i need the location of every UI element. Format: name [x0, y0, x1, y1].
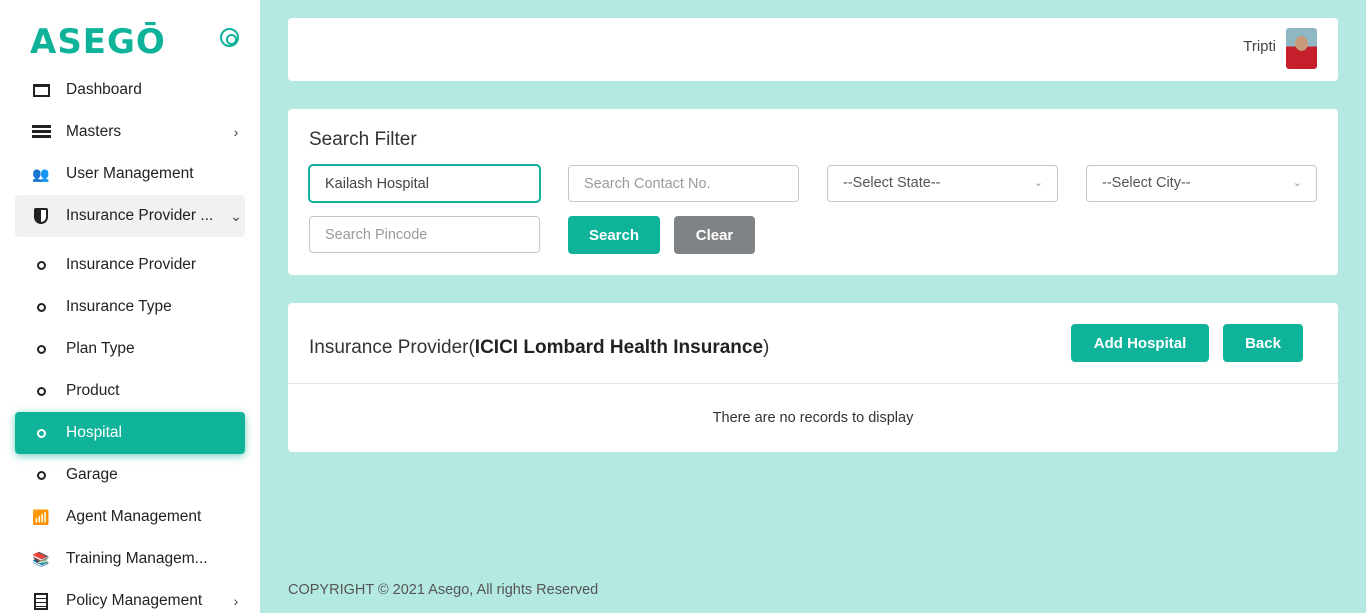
list-icon	[30, 125, 52, 139]
provider-name: ICICI Lombard Health Insurance	[474, 337, 764, 358]
state-select[interactable]: --Select State-- ⌄	[827, 165, 1058, 202]
sidebar-item-insurance-provider-group[interactable]: Insurance Provider ... ⌄	[15, 195, 245, 237]
dot-icon	[30, 260, 52, 270]
sidebar-item-label: Product	[66, 382, 120, 399]
search-filter-title: Search Filter	[309, 129, 417, 150]
state-select-value: --Select State--	[843, 175, 941, 191]
sidebar-item-label: Hospital	[66, 424, 122, 441]
sidebar-item-label: Insurance Provider	[66, 256, 197, 273]
agent-icon: 📶	[32, 508, 50, 525]
sidebar-item-masters[interactable]: Masters ›	[15, 111, 245, 153]
sidebar-item-dashboard[interactable]: Dashboard	[15, 69, 245, 111]
back-button[interactable]: Back	[1223, 324, 1303, 362]
sidebar-item-label: Plan Type	[66, 340, 135, 357]
dot-icon	[30, 428, 52, 438]
search-filter-card: Search Filter --Select State-- ⌄ --Selec…	[288, 109, 1338, 275]
list-title-prefix: Insurance Provider(	[309, 337, 475, 358]
dot-icon	[30, 302, 52, 312]
sidebar-item-garage[interactable]: Garage	[15, 454, 245, 496]
sidebar-item-label: Masters	[66, 123, 122, 140]
list-title-suffix: )	[763, 337, 770, 358]
shield-icon	[30, 208, 52, 224]
top-header: Tripti	[288, 18, 1338, 81]
dashboard-icon	[30, 83, 52, 97]
add-hospital-button[interactable]: Add Hospital	[1071, 324, 1209, 362]
sidebar-item-label: Policy Management	[66, 592, 203, 609]
dot-icon	[30, 344, 52, 354]
sidebar-item-policy-management[interactable]: Policy Management ›	[15, 580, 245, 613]
divider	[288, 383, 1338, 384]
search-button[interactable]: Search	[568, 216, 660, 254]
sidebar-item-label: Insurance Provider ...	[66, 207, 214, 224]
sidebar-item-label: Agent Management	[66, 508, 202, 525]
chevron-down-icon: ⌄	[1033, 177, 1043, 189]
chevron-down-icon: ⌄	[230, 207, 242, 224]
chevron-right-icon: ›	[233, 124, 239, 140]
sidebar-item-label: Insurance Type	[66, 298, 172, 315]
sidebar-item-product[interactable]: Product	[15, 370, 245, 412]
city-select[interactable]: --Select City-- ⌄	[1086, 165, 1317, 202]
clear-button[interactable]: Clear	[674, 216, 755, 254]
sidebar-item-hospital[interactable]: Hospital	[15, 412, 245, 454]
training-icon: 📚	[32, 550, 50, 567]
empty-state-message: There are no records to display	[712, 410, 914, 426]
sidebar-item-insurance-provider[interactable]: Insurance Provider	[15, 244, 245, 286]
dot-icon	[30, 470, 52, 480]
city-select-value: --Select City--	[1102, 175, 1191, 191]
brand-logo[interactable]: ASEGŌ	[30, 22, 166, 62]
sidebar: ASEGŌ Dashboard Masters › 👥 User Managem…	[0, 0, 260, 613]
list-title: Insurance Provider(ICICI Lombard Health …	[309, 337, 769, 359]
chevron-down-icon: ⌄	[1292, 177, 1302, 189]
sidebar-item-training-management[interactable]: 📚 Training Managem...	[15, 538, 245, 580]
pincode-input[interactable]	[309, 216, 540, 253]
sidebar-item-insurance-type[interactable]: Insurance Type	[15, 286, 245, 328]
sidebar-toggle-icon[interactable]	[220, 28, 239, 47]
sidebar-item-label: Dashboard	[66, 81, 142, 98]
user-name[interactable]: Tripti	[1243, 38, 1276, 55]
policy-icon	[30, 592, 52, 610]
sidebar-item-agent-management[interactable]: 📶 Agent Management	[15, 496, 245, 538]
sidebar-item-label: User Management	[66, 165, 194, 182]
sidebar-item-label: Training Managem...	[66, 550, 208, 567]
hospital-name-input[interactable]	[309, 165, 540, 202]
sidebar-item-plan-type[interactable]: Plan Type	[15, 328, 245, 370]
avatar[interactable]	[1286, 28, 1317, 69]
chevron-right-icon: ›	[233, 593, 239, 609]
hospital-list-card: Insurance Provider(ICICI Lombard Health …	[288, 303, 1338, 452]
users-icon: 👥	[32, 165, 50, 182]
dot-icon	[30, 386, 52, 396]
contact-number-input[interactable]	[568, 165, 799, 202]
sidebar-item-user-management[interactable]: 👥 User Management	[15, 153, 245, 195]
footer-copyright: COPYRIGHT © 2021 Asego, All rights Reser…	[288, 582, 599, 598]
sidebar-item-label: Garage	[66, 466, 118, 483]
